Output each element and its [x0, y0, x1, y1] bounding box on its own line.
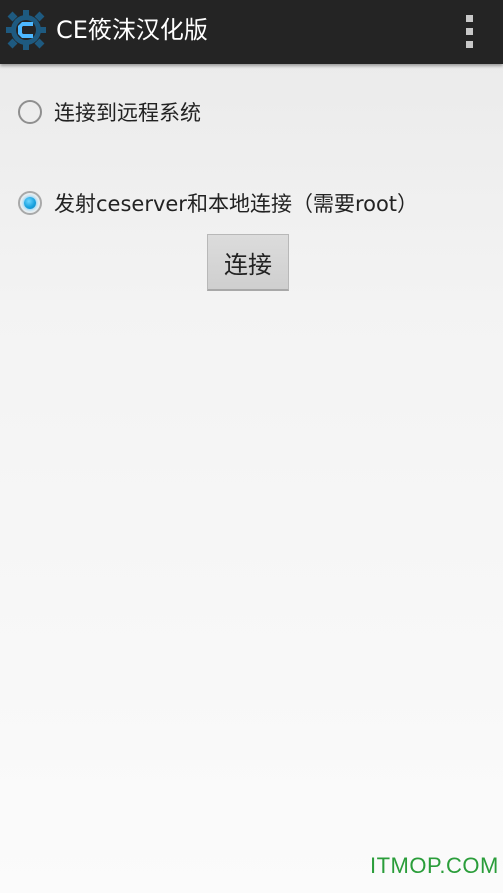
option-label: 连接到远程系统 [54, 101, 201, 125]
action-bar: CE筱沫汉化版 [0, 0, 503, 64]
overflow-menu-icon[interactable] [458, 12, 482, 50]
radio-button-checked[interactable] [18, 191, 42, 215]
option-local-ceserver[interactable]: 发射ceserver和本地连接（需要root） [16, 188, 486, 220]
option-label: 发射ceserver和本地连接（需要root） [54, 192, 419, 216]
connect-button[interactable]: 连接 [207, 234, 289, 291]
option-remote-connect[interactable]: 连接到远程系统 [16, 97, 486, 129]
app-title: CE筱沫汉化版 [56, 16, 208, 44]
radio-button-unchecked[interactable] [18, 100, 42, 124]
radio-selected-dot [24, 197, 36, 209]
cheat-engine-gear-icon[interactable] [4, 8, 48, 52]
watermark: ITMOP.COM [370, 853, 499, 878]
